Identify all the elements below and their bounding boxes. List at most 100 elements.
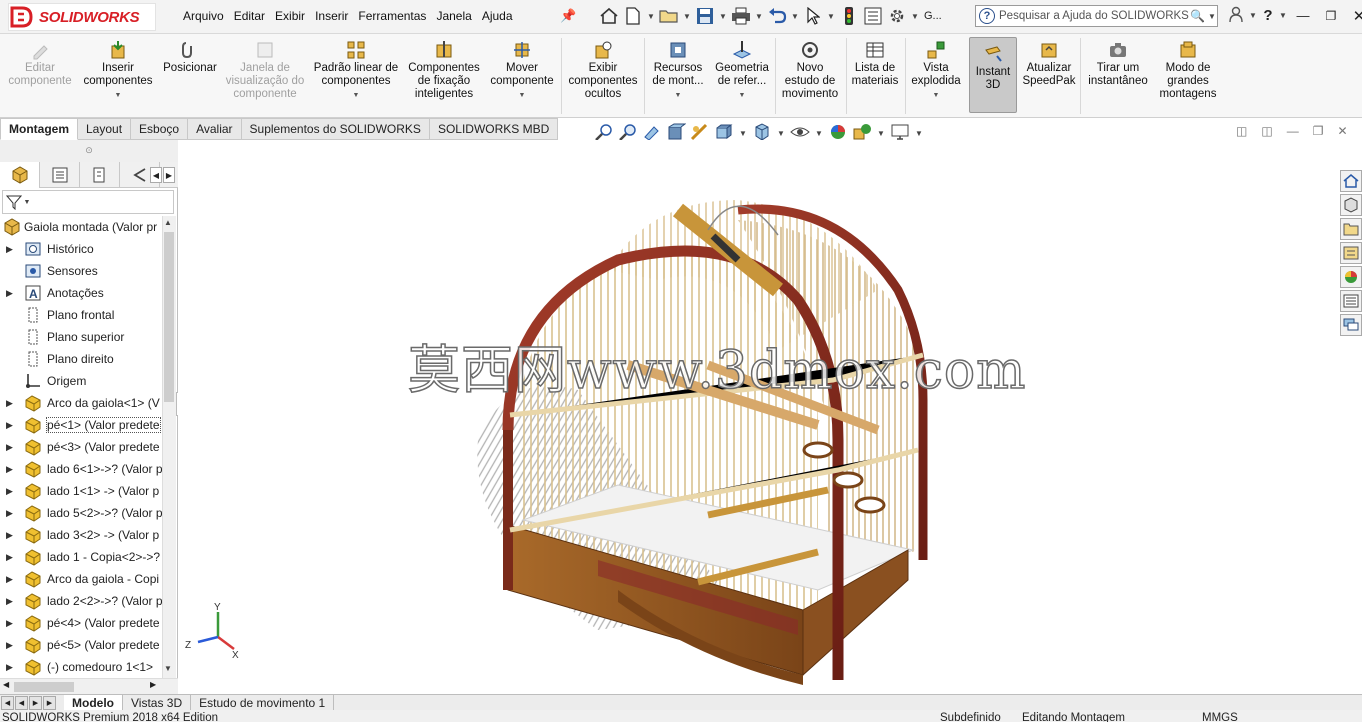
print-icon[interactable] — [730, 5, 752, 27]
tab-featuremanager[interactable] — [0, 162, 40, 188]
update-speedpak-button[interactable]: Atualizar SpeedPak — [1019, 40, 1079, 88]
scroll-up-icon[interactable]: ▲ — [164, 218, 172, 227]
menu-ajuda[interactable]: Ajuda — [477, 9, 518, 23]
tab-prev-icon[interactable]: ◀ — [15, 695, 28, 710]
expand-arrow-icon[interactable]: ▶ — [6, 530, 13, 541]
mate-button[interactable]: Posicionar — [160, 40, 220, 75]
tile-left-icon[interactable]: ◫ — [1236, 124, 1247, 138]
expand-arrow-icon[interactable]: ▶ — [6, 398, 13, 409]
bill-of-materials-button[interactable]: Lista de materiais — [848, 40, 902, 88]
chevron-down-icon[interactable]: ▼ — [682, 12, 692, 21]
close-icon[interactable]: ✕ — [1346, 7, 1362, 25]
tile-right-icon[interactable]: ◫ — [1261, 124, 1272, 138]
tree-item[interactable]: Origem — [0, 370, 162, 392]
tab-avaliar[interactable]: Avaliar — [188, 118, 242, 140]
large-assembly-mode-button[interactable]: Modo de grandes montagens — [1154, 40, 1222, 101]
chevron-down-icon[interactable]: ▼ — [914, 129, 924, 138]
chevron-down-icon[interactable]: ▼ — [22, 199, 32, 206]
chevron-down-icon[interactable]: ▼ — [790, 12, 800, 21]
search-scope-label[interactable]: G... — [924, 10, 942, 22]
chevron-down-icon[interactable]: ▼ — [826, 12, 836, 21]
chevron-down-icon[interactable]: ▼ — [1278, 11, 1288, 20]
task-pane-file-explorer-icon[interactable] — [1340, 218, 1362, 240]
tree-filter[interactable]: ▼ — [2, 190, 174, 214]
rebuild-traffic-light-icon[interactable] — [838, 5, 860, 27]
minimize-icon[interactable]: — — [1290, 8, 1316, 23]
doc-minimize-icon[interactable]: — — [1287, 124, 1299, 138]
help-search-input[interactable]: ? Pesquisar a Ajuda do SOLIDWORKS 🔍 ▼ — [975, 5, 1218, 27]
expand-arrow-icon[interactable]: ▶ — [6, 662, 13, 673]
smart-fasteners-button[interactable]: Componentes de fixação inteligentes — [404, 40, 484, 101]
scroll-left-icon[interactable]: ◀ — [3, 680, 9, 689]
tree-item[interactable]: ▶ Arco da gaiola - Copi — [0, 568, 162, 590]
tree-item[interactable]: ▶ pé<1> (Valor predete — [0, 414, 162, 436]
tab-solidworks-mbd[interactable]: SOLIDWORKS MBD — [429, 118, 559, 140]
tab-estudo-de-movimento[interactable]: Estudo de movimento 1 — [191, 694, 335, 711]
chevron-down-icon[interactable]: ▼ — [1207, 12, 1217, 21]
tree-item[interactable]: ▶ lado 1 - Copia<2>->? — [0, 546, 162, 568]
chevron-down-icon[interactable]: ▼ — [776, 129, 786, 138]
new-motion-study-button[interactable]: Novo estudo de movimento — [777, 40, 843, 101]
help-question-icon[interactable]: ? — [1260, 7, 1276, 24]
chevron-down-icon[interactable]: ▼ — [910, 12, 920, 21]
file-properties-icon[interactable] — [862, 5, 884, 27]
birdcage-3d-model[interactable]: Y X Z — [178, 140, 1362, 694]
doc-restore-icon[interactable]: ❐ — [1313, 124, 1324, 138]
chevron-down-icon[interactable]: ▼ — [738, 129, 748, 138]
expand-arrow-icon[interactable]: ▶ — [6, 486, 13, 497]
expand-arrow-icon[interactable]: ▶ — [6, 420, 13, 431]
task-pane-view-palette-icon[interactable] — [1340, 242, 1362, 264]
task-pane-custom-properties-icon[interactable] — [1340, 290, 1362, 312]
tree-item[interactable]: ▶ Histórico — [0, 238, 162, 260]
chevron-down-icon[interactable]: ▼ — [718, 12, 728, 21]
tree-item[interactable]: ▶ lado 5<2>->? (Valor p — [0, 502, 162, 524]
doc-close-icon[interactable]: ✕ — [1337, 124, 1347, 138]
tree-horizontal-scrollbar[interactable]: ◀ ▶ — [0, 678, 178, 694]
chevron-down-icon[interactable]: ▼ — [739, 89, 746, 102]
chevron-down-icon[interactable]: ▼ — [519, 89, 526, 102]
tab-suplementos[interactable]: Suplementos do SOLIDWORKS — [241, 118, 430, 140]
linear-pattern-button[interactable]: Padrão linear de componentes ▼ — [310, 40, 402, 102]
move-component-button[interactable]: Mover componente ▼ — [486, 40, 558, 102]
tree-item[interactable]: Sensores — [0, 260, 162, 282]
home-icon[interactable] — [598, 5, 620, 27]
chevron-down-icon[interactable]: ▼ — [876, 129, 886, 138]
tree-item[interactable]: ▶ lado 2<2>->? (Valor p — [0, 590, 162, 612]
chevron-down-icon[interactable]: ▼ — [933, 89, 940, 102]
expand-arrow-icon[interactable]: ▶ — [6, 618, 13, 629]
chevron-down-icon[interactable]: ▼ — [814, 129, 824, 138]
chevron-down-icon[interactable]: ▼ — [646, 12, 656, 21]
select-pointer-icon[interactable] — [802, 5, 824, 27]
tab-vistas-3d[interactable]: Vistas 3D — [123, 694, 192, 711]
user-icon[interactable] — [1226, 6, 1246, 25]
task-pane-design-library-icon[interactable] — [1340, 194, 1362, 216]
tree-item[interactable]: Plano superior — [0, 326, 162, 348]
tab-esboco[interactable]: Esboço — [131, 118, 189, 140]
menu-editar[interactable]: Editar — [229, 9, 270, 23]
tree-item[interactable]: Plano direito — [0, 348, 162, 370]
chevron-down-icon[interactable]: ▼ — [1248, 11, 1258, 20]
solidworks-logo[interactable]: SOLIDWORKS — [8, 3, 156, 31]
pane-splitter-handle[interactable]: ⊙ — [0, 140, 178, 162]
tree-scroll-thumb[interactable] — [164, 232, 174, 402]
tab-layout[interactable]: Layout — [78, 118, 132, 140]
edit-component-button[interactable]: Editar componente — [6, 40, 74, 88]
expand-arrow-icon[interactable]: ▶ — [6, 288, 13, 299]
tab-first-icon[interactable]: ◀ — [1, 695, 14, 710]
undo-icon[interactable] — [766, 5, 788, 27]
expand-arrow-icon[interactable]: ▶ — [6, 244, 13, 255]
insert-components-button[interactable]: Inserir componentes ▼ — [83, 40, 153, 102]
tree-item[interactable]: ▶ lado 3<2> -> (Valor p — [0, 524, 162, 546]
tree-item[interactable]: ▶ Arco da gaiola<1> (V — [0, 392, 162, 414]
take-snapshot-button[interactable]: Tirar um instantâneo — [1082, 40, 1154, 88]
chevron-down-icon[interactable]: ▼ — [754, 12, 764, 21]
show-hidden-components-button[interactable]: Exibir componentes ocultos — [564, 40, 642, 101]
graphics-area[interactable]: Y X Z 莫西网www.3dmox.com — [178, 140, 1362, 694]
assembly-features-button[interactable]: Recursos de mont... ▼ — [646, 40, 710, 102]
save-icon[interactable] — [694, 5, 716, 27]
instant3d-button[interactable]: Instant 3D — [969, 37, 1017, 113]
task-pane-appearances-icon[interactable] — [1340, 266, 1362, 288]
gear-icon[interactable] — [886, 5, 908, 27]
tree-item[interactable]: ▶ A Anotações — [0, 282, 162, 304]
expand-arrow-icon[interactable]: ▶ — [6, 464, 13, 475]
